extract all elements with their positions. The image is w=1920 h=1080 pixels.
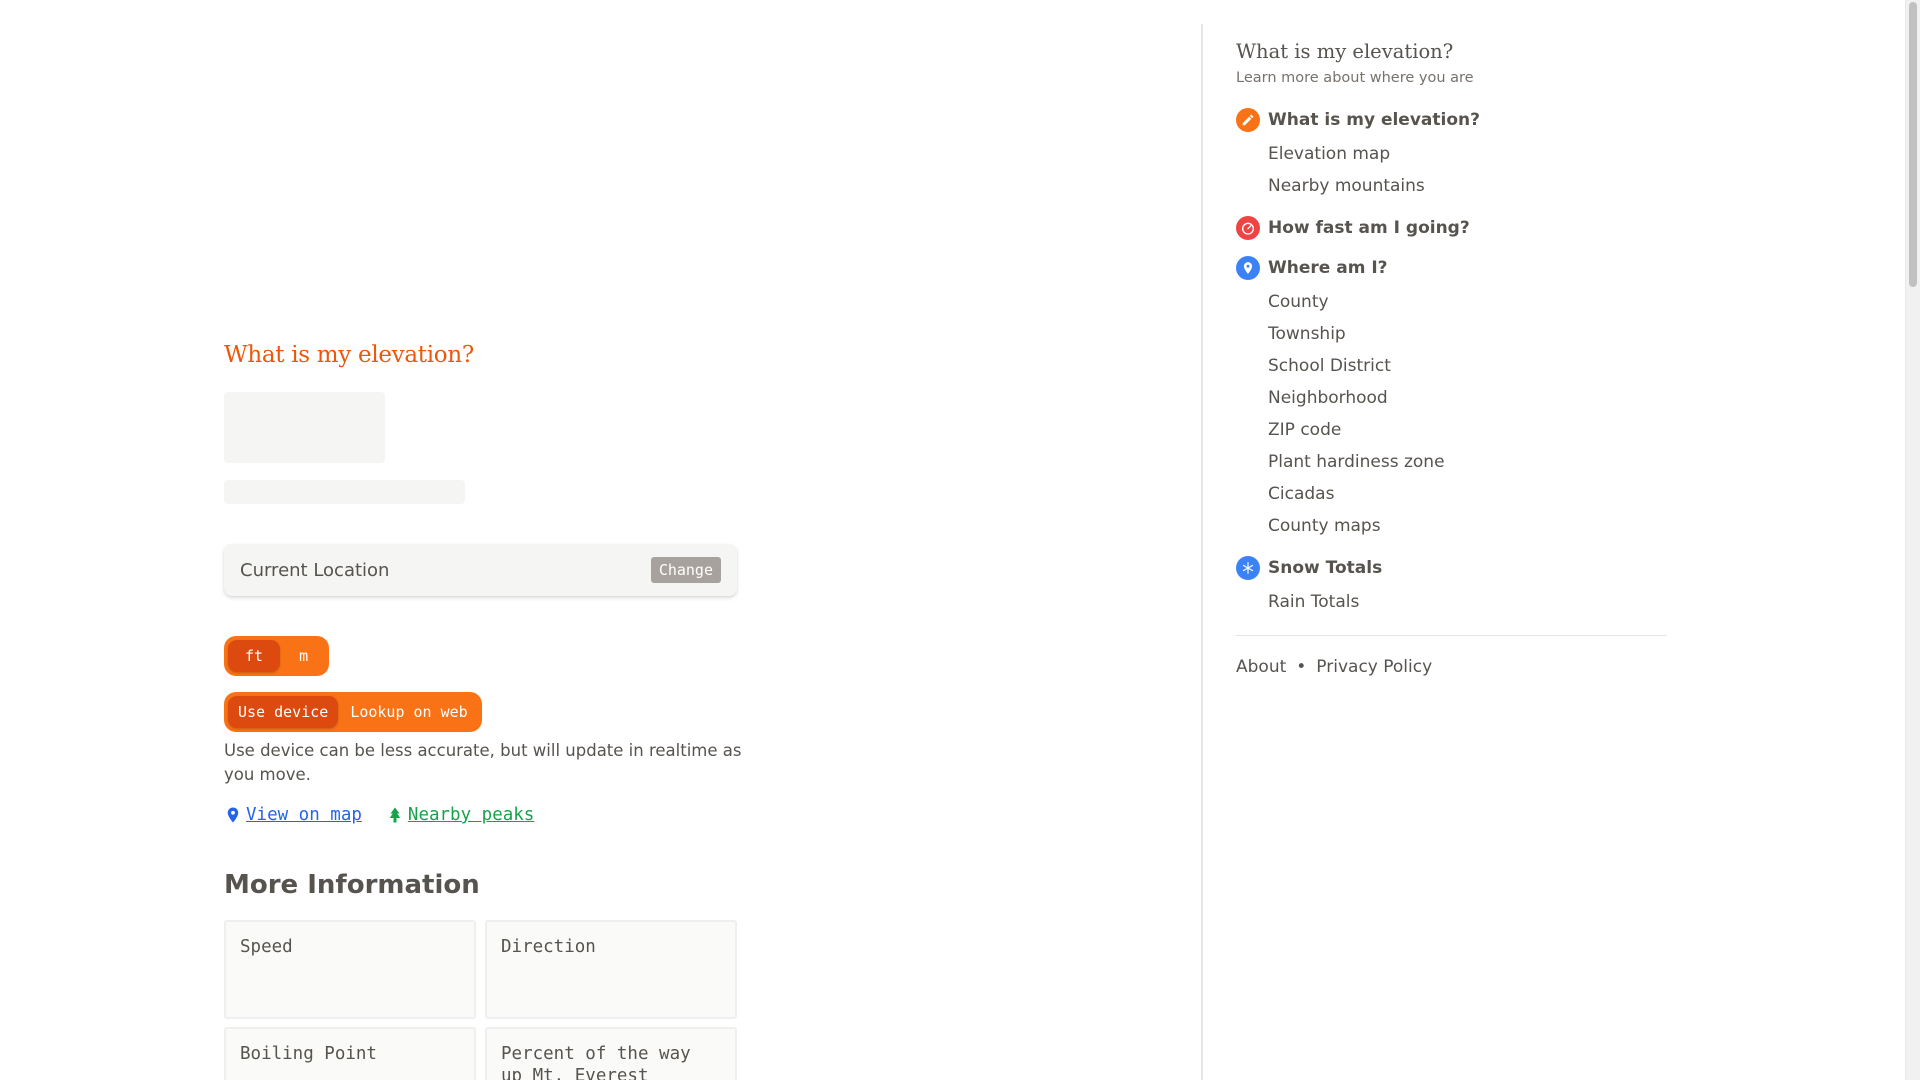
nav-link-speed[interactable]: How fast am I going? bbox=[1236, 214, 1676, 242]
source-option-use-device[interactable]: Use device bbox=[228, 696, 339, 728]
elevation-detail-placeholder bbox=[224, 480, 465, 504]
nav-section-elevation: What is my elevation? Elevation map Near… bbox=[1236, 106, 1676, 202]
change-location-button[interactable]: Change bbox=[650, 557, 721, 583]
map-pin-icon bbox=[224, 806, 242, 824]
location-pin-icon bbox=[1236, 256, 1260, 280]
nav-section-snow: Snow Totals Rain Totals bbox=[1236, 554, 1676, 618]
nav-link-where-am-i[interactable]: Where am I? bbox=[1236, 254, 1676, 282]
nav-section-location: Where am I? County Township School Distr… bbox=[1236, 254, 1676, 542]
nav-item-neighborhood[interactable]: Neighborhood bbox=[1236, 382, 1676, 414]
sidebar-nav: What is my elevation? Elevation map Near… bbox=[1236, 106, 1676, 630]
footer-separator: • bbox=[1296, 657, 1307, 677]
nav-item-township[interactable]: Township bbox=[1236, 318, 1676, 350]
info-card-direction: Direction bbox=[485, 920, 737, 1019]
nearby-peaks-link[interactable]: Nearby peaks bbox=[386, 805, 534, 825]
speedometer-icon bbox=[1236, 216, 1260, 240]
elevation-value-placeholder bbox=[224, 392, 385, 463]
action-links: View on map Nearby peaks bbox=[224, 805, 534, 825]
nav-label: What is my elevation? bbox=[1268, 110, 1480, 130]
sidebar-subtitle: Learn more about where you are bbox=[1236, 70, 1474, 86]
tree-icon bbox=[386, 806, 404, 824]
snowflake-icon bbox=[1236, 556, 1260, 580]
more-information-heading: More Information bbox=[224, 870, 480, 900]
info-card-boiling-point: Boiling Point bbox=[224, 1027, 476, 1080]
units-option-m[interactable]: m bbox=[282, 640, 325, 672]
page-scrollbar[interactable] bbox=[1905, 0, 1920, 1080]
about-link[interactable]: About bbox=[1236, 657, 1286, 677]
main-content: What is my elevation? Current Location C… bbox=[224, 0, 744, 1080]
nav-item-plant-hardiness-zone[interactable]: Plant hardiness zone bbox=[1236, 446, 1676, 478]
nearby-peaks-label: Nearby peaks bbox=[407, 805, 535, 825]
source-option-lookup-web[interactable]: Lookup on web bbox=[340, 696, 477, 728]
nav-item-county[interactable]: County bbox=[1236, 286, 1676, 318]
more-information-grid: Speed Direction Boiling Point Percent of… bbox=[224, 920, 738, 1080]
sidebar-title: What is my elevation? bbox=[1236, 40, 1454, 63]
nav-item-cicadas[interactable]: Cicadas bbox=[1236, 478, 1676, 510]
nav-item-county-maps[interactable]: County maps bbox=[1236, 510, 1676, 542]
nav-link-snow-totals[interactable]: Snow Totals bbox=[1236, 554, 1676, 582]
sidebar: What is my elevation? Learn more about w… bbox=[1201, 24, 1701, 1080]
nav-section-speed: How fast am I going? bbox=[1236, 214, 1676, 242]
nav-item-rain-totals[interactable]: Rain Totals bbox=[1236, 586, 1676, 618]
location-card: Current Location Change bbox=[224, 544, 737, 596]
page-title: What is my elevation? bbox=[224, 342, 474, 368]
nav-item-nearby-mountains[interactable]: Nearby mountains bbox=[1236, 170, 1676, 202]
units-toggle: ft m bbox=[224, 636, 330, 676]
page: What is my elevation? Current Location C… bbox=[0, 0, 1920, 1080]
sidebar-divider bbox=[1236, 635, 1667, 636]
nav-item-zip-code[interactable]: ZIP code bbox=[1236, 414, 1676, 446]
view-on-map-label: View on map bbox=[246, 805, 362, 825]
scrollbar-thumb[interactable] bbox=[1909, 2, 1917, 287]
units-option-ft[interactable]: ft bbox=[228, 640, 281, 672]
sidebar-footer: About • Privacy Policy bbox=[1236, 657, 1432, 677]
nav-label: Where am I? bbox=[1268, 258, 1388, 278]
pencil-icon bbox=[1236, 108, 1260, 132]
nav-item-elevation-map[interactable]: Elevation map bbox=[1236, 138, 1676, 170]
info-card-everest-percent: Percent of the way up Mt. Everest bbox=[485, 1027, 737, 1080]
location-label: Current Location bbox=[240, 559, 390, 581]
nav-label: Snow Totals bbox=[1268, 558, 1383, 578]
source-note: Use device can be less accurate, but wil… bbox=[224, 741, 742, 784]
nav-label: How fast am I going? bbox=[1268, 218, 1470, 238]
view-on-map-link[interactable]: View on map bbox=[224, 805, 362, 825]
nav-item-school-district[interactable]: School District bbox=[1236, 350, 1676, 382]
source-toggle: Use device Lookup on web bbox=[224, 692, 482, 732]
nav-link-elevation[interactable]: What is my elevation? bbox=[1236, 106, 1676, 134]
privacy-policy-link[interactable]: Privacy Policy bbox=[1316, 657, 1432, 677]
info-card-speed: Speed bbox=[224, 920, 476, 1019]
